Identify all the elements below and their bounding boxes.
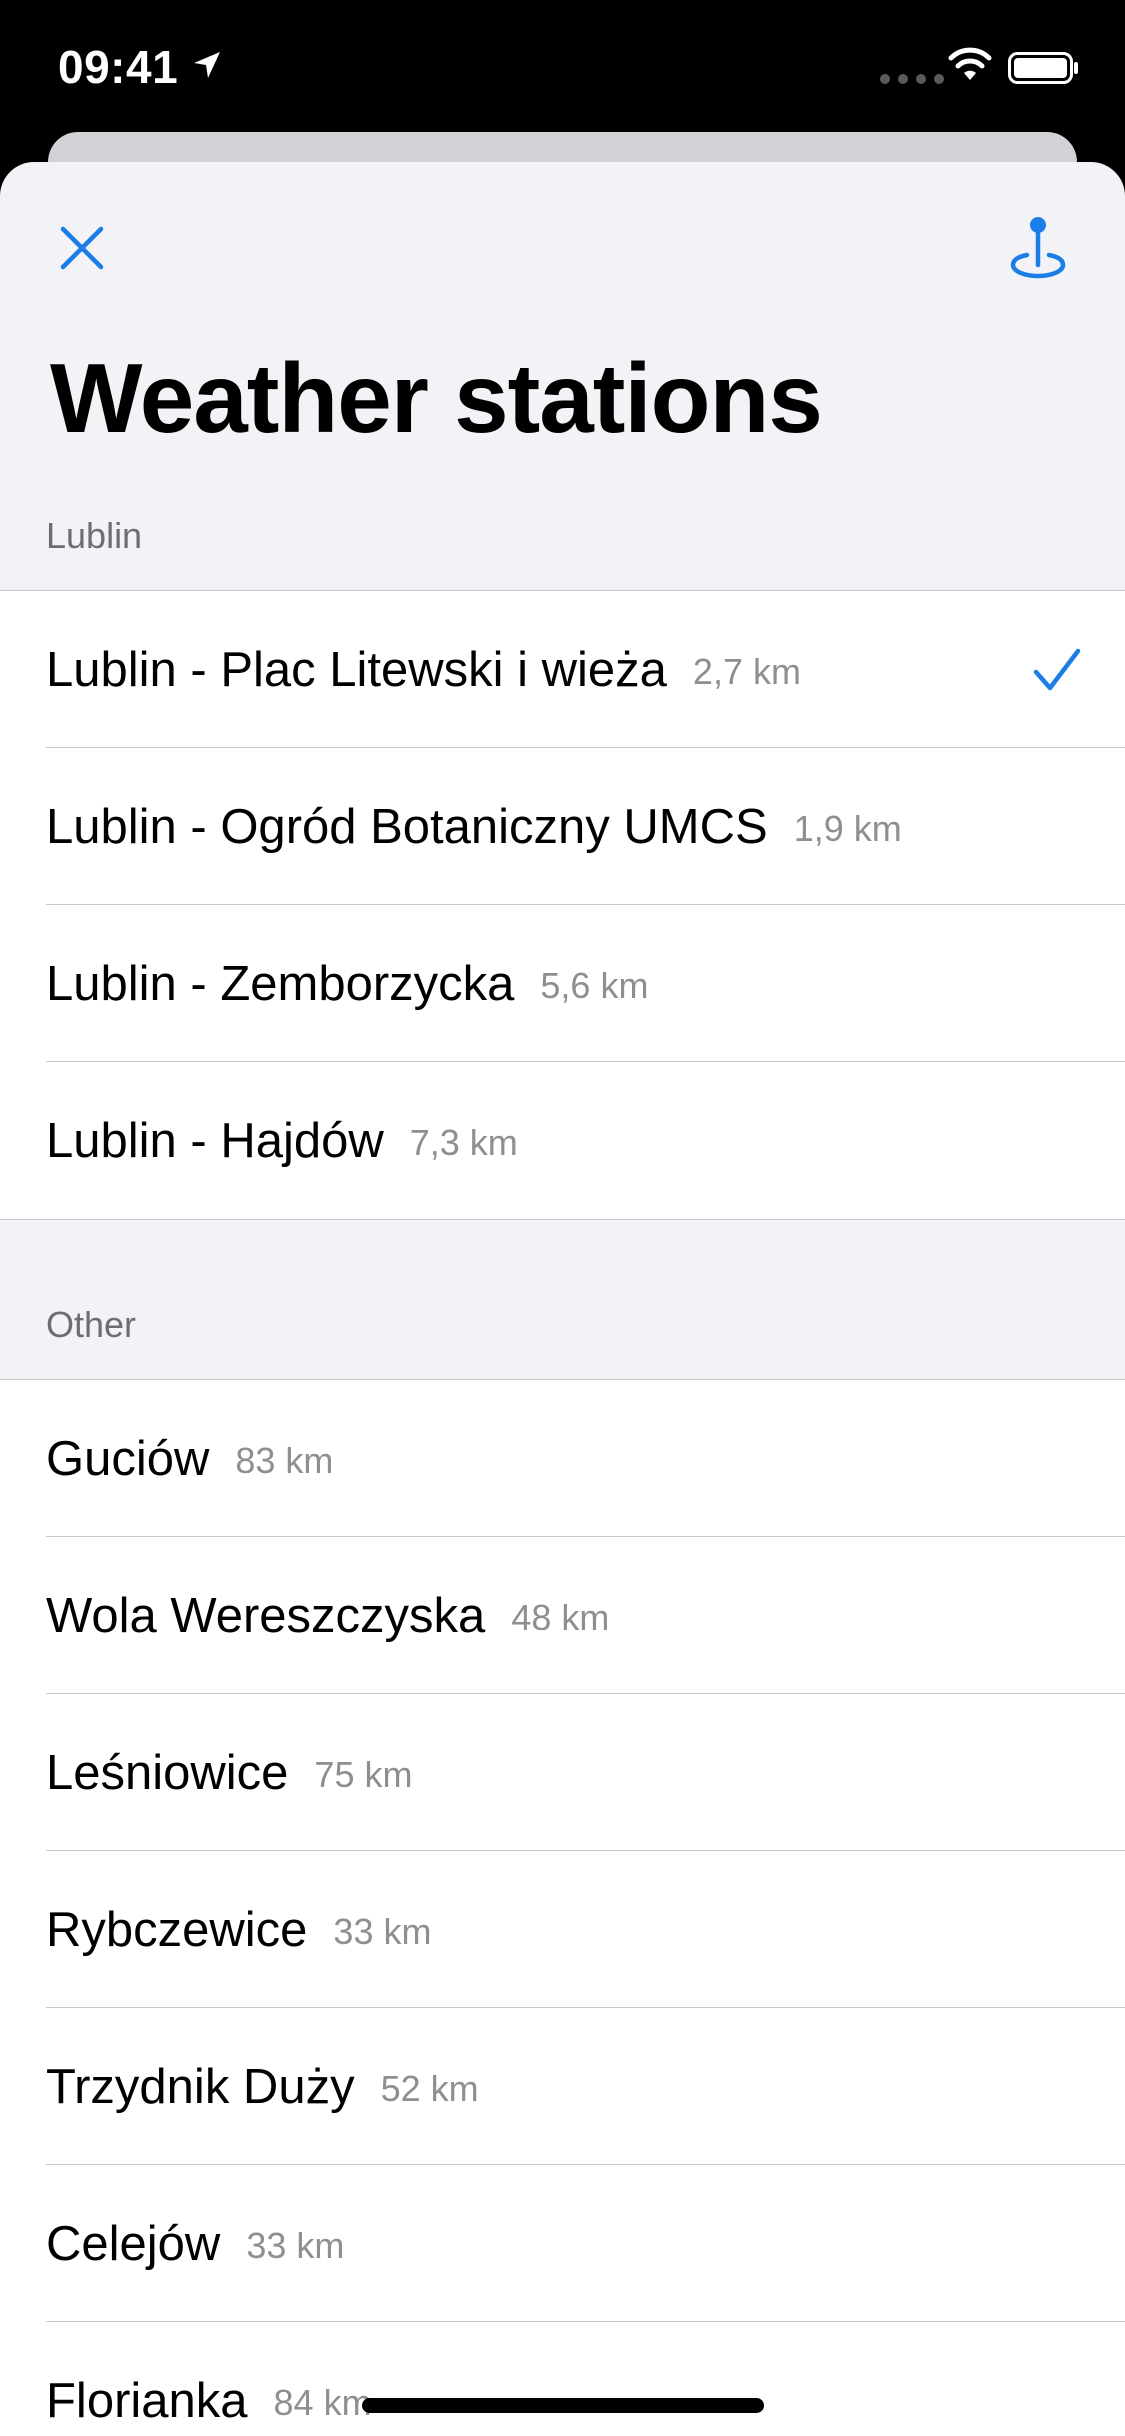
station-distance: 1,9 km [793, 807, 902, 849]
station-name: Trzydnik Duży [46, 2059, 355, 2114]
station-row[interactable]: Leśniowice 75 km [0, 1694, 1125, 1851]
station-name: Rybczewice [46, 1902, 308, 1957]
station-name: Celejów [46, 2216, 221, 2271]
section-header-lublin: Lublin [46, 515, 143, 556]
station-distance: 83 km [235, 1439, 334, 1481]
station-row[interactable]: Lublin - Zemborzycka 5,6 km [0, 905, 1125, 1062]
station-name: Lublin - Hajdów [46, 1113, 384, 1168]
station-row[interactable]: Wola Wereszczyska 48 km [0, 1537, 1125, 1694]
station-distance: 84 km [273, 2381, 372, 2423]
modal-sheet: Weather stations Lublin Lublin - Plac Li… [0, 162, 1125, 2436]
station-distance: 48 km [511, 1596, 610, 1638]
station-list-other: Guciów 83 km Wola Wereszczyska 48 km Leś… [0, 1379, 1125, 2436]
battery-icon [1008, 52, 1080, 89]
home-indicator[interactable] [362, 2398, 764, 2413]
station-name: Guciów [46, 1431, 210, 1486]
station-name: Florianka [46, 2373, 248, 2428]
station-row[interactable]: Florianka 84 km [0, 2322, 1125, 2436]
station-row[interactable]: Lublin - Hajdów 7,3 km [0, 1062, 1125, 1219]
cellular-signal-icon [880, 74, 944, 84]
station-row[interactable]: Trzydnik Duży 52 km [0, 2008, 1125, 2165]
station-row[interactable]: Lublin - Ogród Botaniczny UMCS 1,9 km [0, 748, 1125, 905]
station-row[interactable]: Celejów 33 km [0, 2165, 1125, 2322]
location-arrow-icon [192, 50, 222, 85]
wifi-icon [946, 46, 994, 87]
status-bar: 09:41 [0, 0, 1125, 132]
current-location-button[interactable] [1008, 212, 1068, 282]
station-distance: 52 km [380, 2067, 479, 2109]
station-distance: 5,6 km [540, 964, 649, 1006]
close-icon [60, 226, 104, 270]
station-row[interactable]: Guciów 83 km [0, 1380, 1125, 1537]
checkmark-icon [1033, 648, 1081, 690]
station-name: Lublin - Zemborzycka [46, 956, 515, 1011]
station-row[interactable]: Rybczewice 33 km [0, 1851, 1125, 2008]
close-button[interactable] [52, 218, 112, 278]
station-distance: 33 km [333, 1910, 432, 1952]
station-list-lublin: Lublin - Plac Litewski i wieża 2,7 km Lu… [0, 590, 1125, 1220]
station-distance: 33 km [246, 2224, 345, 2266]
page-title: Weather stations [50, 343, 823, 453]
station-name: Lublin - Ogród Botaniczny UMCS [46, 799, 768, 854]
station-distance: 7,3 km [409, 1121, 518, 1163]
station-distance: 2,7 km [692, 650, 801, 692]
section-header-other: Other [46, 1304, 137, 1345]
map-pin-icon [1010, 217, 1066, 279]
station-distance: 75 km [314, 1753, 413, 1795]
station-row[interactable]: Lublin - Plac Litewski i wieża 2,7 km [0, 591, 1125, 748]
station-name: Wola Wereszczyska [46, 1588, 486, 1643]
station-name: Lublin - Plac Litewski i wieża [46, 642, 667, 697]
status-time: 09:41 [58, 41, 179, 93]
station-name: Leśniowice [46, 1745, 289, 1800]
